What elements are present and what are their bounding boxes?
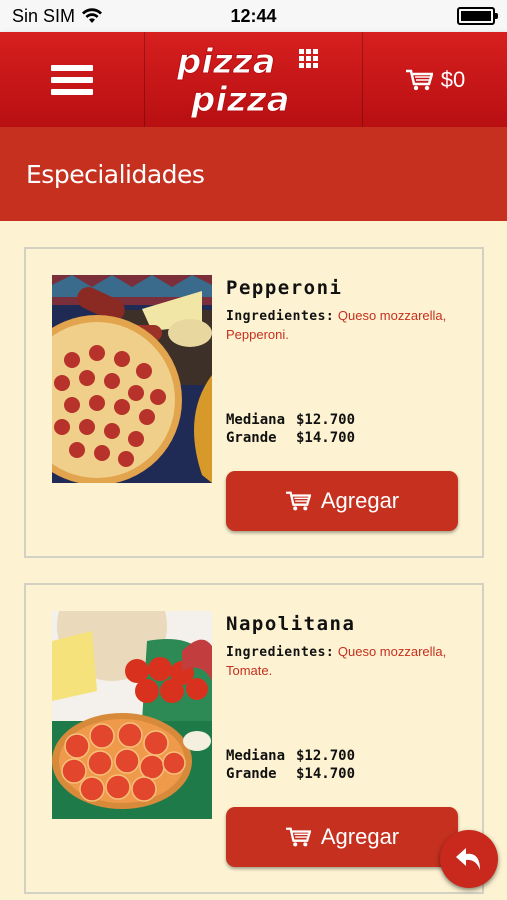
product-image-napolitana[interactable] <box>52 611 212 819</box>
wifi-icon <box>82 8 103 23</box>
section-title: Especialidades <box>26 159 205 189</box>
status-bar: Sin SIM 12:44 <box>0 0 507 32</box>
ingredients-label: Ingredientes: <box>226 309 335 324</box>
cart-icon <box>285 827 311 847</box>
price-size: Mediana <box>226 748 286 764</box>
price-row: Mediana $12.700 <box>226 747 355 765</box>
cart-icon <box>285 491 311 511</box>
price-size: Grande <box>226 430 277 446</box>
logo-grid-mark <box>298 48 318 68</box>
product-card: Napolitana Ingredientes: Queso mozzarell… <box>24 583 484 894</box>
add-button-label: Agregar <box>320 824 400 849</box>
add-button-label: Agregar <box>320 488 400 513</box>
pizza-pizza-logo: pizza pizza <box>175 41 318 120</box>
header-bar: pizza pizza $0 <box>0 32 507 127</box>
price-value: $12.700 <box>296 412 356 428</box>
logo-text-bottom: pizza <box>190 80 290 120</box>
cart-total: $0 <box>440 66 466 92</box>
price-value: $14.700 <box>296 766 356 782</box>
add-to-cart-button[interactable]: Agregar <box>226 471 458 531</box>
product-name: Pepperoni <box>226 277 343 299</box>
product-card: Pepperoni Ingredientes: Queso mozzarella… <box>24 247 484 558</box>
price-row: Grande $14.700 <box>226 765 355 783</box>
price-row: Mediana $12.700 <box>226 411 355 429</box>
brand-logo[interactable]: pizza pizza <box>145 32 363 127</box>
section-title-bar: Especialidades <box>0 127 507 221</box>
cart-icon <box>405 69 433 90</box>
carrier-label: Sin SIM <box>12 5 76 26</box>
back-arrow-icon <box>456 848 480 870</box>
menu-button[interactable] <box>0 32 145 127</box>
price-value: $12.700 <box>296 748 356 764</box>
ingredients-label: Ingredientes: <box>226 645 335 660</box>
back-button[interactable] <box>440 830 498 888</box>
product-image-pepperoni[interactable] <box>52 275 212 483</box>
product-prices: Mediana $12.700 Grande $14.700 <box>226 411 355 447</box>
price-row: Grande $14.700 <box>226 429 355 447</box>
product-name: Napolitana <box>226 613 356 635</box>
logo-text-top: pizza <box>176 42 276 82</box>
status-left: Sin SIM <box>12 6 103 27</box>
product-prices: Mediana $12.700 Grande $14.700 <box>226 747 355 783</box>
product-ingredients: Ingredientes: Queso mozzarella, Tomate. <box>226 643 466 680</box>
hamburger-icon <box>51 59 93 101</box>
product-ingredients: Ingredientes: Queso mozzarella, Pepperon… <box>226 307 466 344</box>
battery-icon <box>457 7 498 25</box>
price-value: $14.700 <box>296 430 356 446</box>
price-size: Grande <box>226 766 277 782</box>
add-to-cart-button[interactable]: Agregar <box>226 807 458 867</box>
cart-button[interactable]: $0 <box>363 32 507 127</box>
price-size: Mediana <box>226 412 286 428</box>
